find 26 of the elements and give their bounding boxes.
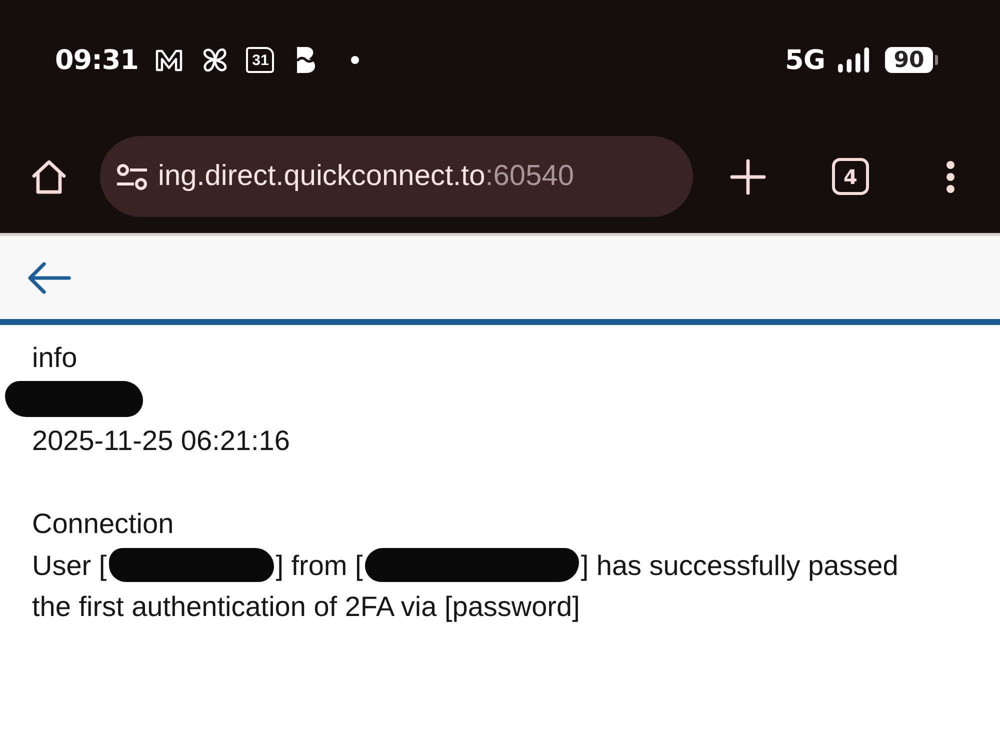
- back-button[interactable]: [27, 260, 71, 294]
- message-text: ] from [: [276, 548, 363, 583]
- tab-switcher-button[interactable]: 4: [832, 158, 869, 195]
- letter-m-icon: [155, 48, 184, 72]
- calendar-icon: 31: [246, 47, 274, 73]
- message-text: the first authentication of 2FA via [password]: [32, 590, 580, 624]
- signal-icon: [838, 47, 871, 73]
- plus-icon: [730, 158, 766, 194]
- back-arrow-icon: [27, 260, 71, 294]
- letter-b-icon: [297, 47, 316, 73]
- network-type-text: 5G: [785, 44, 825, 76]
- timestamp-text: 2025-11-25 06:21:16: [32, 424, 291, 458]
- menu-icon: [946, 160, 955, 192]
- dot-icon: [351, 56, 360, 64]
- message-text: ] has successfully passed: [580, 548, 898, 583]
- menu-button[interactable]: [946, 160, 955, 192]
- category-text: Connection: [32, 507, 175, 541]
- tune-icon[interactable]: [116, 162, 148, 190]
- address-bar[interactable]: ing.direct.quickconnect.to:60540: [100, 136, 693, 217]
- message-text: User [: [32, 548, 107, 583]
- pinwheel-icon: [201, 46, 230, 74]
- new-tab-button[interactable]: [730, 158, 766, 194]
- log-level-text: info: [32, 341, 78, 375]
- url-port-text: :60540: [485, 160, 574, 193]
- clock-time: 09:31: [55, 44, 138, 76]
- url-text: ing.direct.quickconnect.to: [158, 160, 486, 193]
